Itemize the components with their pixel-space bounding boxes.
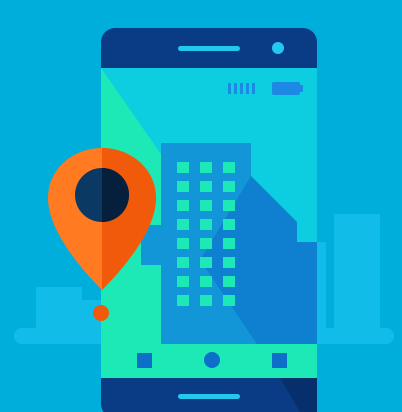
window — [177, 162, 189, 173]
window — [177, 200, 189, 211]
window — [200, 295, 212, 306]
window — [177, 238, 189, 249]
illustration — [14, 28, 394, 412]
window — [200, 181, 212, 192]
circle-home-icon[interactable] — [204, 352, 220, 368]
window — [200, 257, 212, 268]
window — [223, 276, 235, 287]
window — [223, 238, 235, 249]
window — [177, 276, 189, 287]
square-recent-icon[interactable] — [272, 353, 287, 368]
window — [200, 162, 212, 173]
window — [223, 162, 235, 173]
window — [223, 181, 235, 192]
window — [177, 257, 189, 268]
front-camera-icon — [272, 42, 284, 54]
window — [223, 295, 235, 306]
window — [177, 219, 189, 230]
window — [177, 295, 189, 306]
window — [200, 200, 212, 211]
window — [223, 219, 235, 230]
speaker-grille-icon — [178, 46, 240, 51]
window — [200, 276, 212, 287]
square-nav-icon[interactable] — [137, 353, 152, 368]
window — [200, 219, 212, 230]
window — [200, 238, 212, 249]
window — [223, 257, 235, 268]
window — [223, 200, 235, 211]
window — [177, 181, 189, 192]
battery-icon — [272, 82, 303, 95]
navigation-bar — [101, 344, 317, 378]
bottom-speaker-icon — [178, 394, 240, 399]
